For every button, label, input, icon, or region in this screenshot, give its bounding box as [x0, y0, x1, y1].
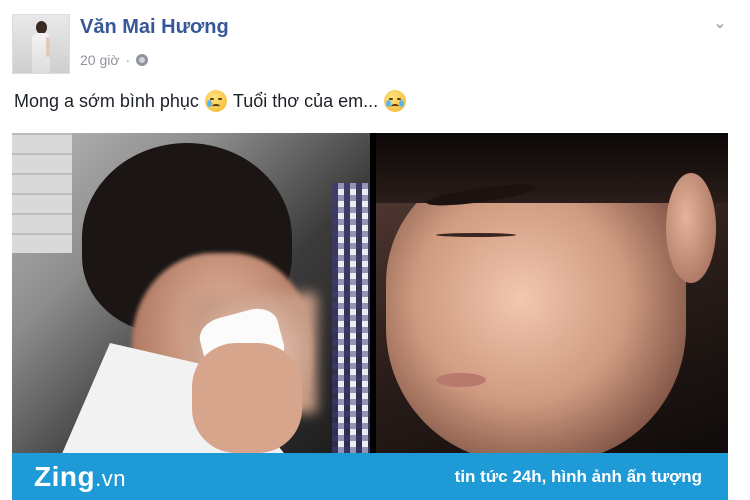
- zing-logo-text: Zing: [34, 460, 96, 492]
- caption-text-1: Mong a sớm bình phục: [14, 90, 199, 111]
- source-banner: Zing.vn tin tức 24h, hình ảnh ấn tượng: [12, 453, 728, 500]
- post-timestamp[interactable]: 20 giờ: [80, 52, 120, 68]
- post-caption: Mong a sớm bình phục Tuổi thơ của em...: [14, 90, 407, 112]
- post-image[interactable]: Zing.vn tin tức 24h, hình ảnh ấn tượng: [12, 133, 728, 500]
- zing-logo-domain: .vn: [95, 465, 126, 491]
- zing-logo: Zing.vn: [34, 461, 126, 493]
- photo-left-crying-woman: [12, 133, 370, 463]
- globe-icon: [136, 54, 149, 66]
- facebook-post: Văn Mai Hương 20 giờ · ⌄ Mong a sớm bình…: [0, 0, 750, 500]
- chevron-down-icon[interactable]: ⌄: [710, 14, 730, 34]
- post-meta: 20 giờ ·: [80, 52, 149, 68]
- caption-text-2: Tuổi thơ của em...: [232, 90, 379, 111]
- disappointed-relieved-face-icon: [204, 90, 227, 112]
- photo-right-man-portrait: [376, 133, 728, 453]
- author-avatar[interactable]: [12, 14, 70, 74]
- avatar-figure-arm: [46, 37, 50, 57]
- loudly-crying-face-icon: [384, 90, 407, 112]
- author-name-link[interactable]: Văn Mai Hương: [80, 16, 229, 39]
- banner-slogan: tin tức 24h, hình ảnh ấn tượng: [454, 466, 702, 486]
- meta-separator: ·: [125, 52, 131, 68]
